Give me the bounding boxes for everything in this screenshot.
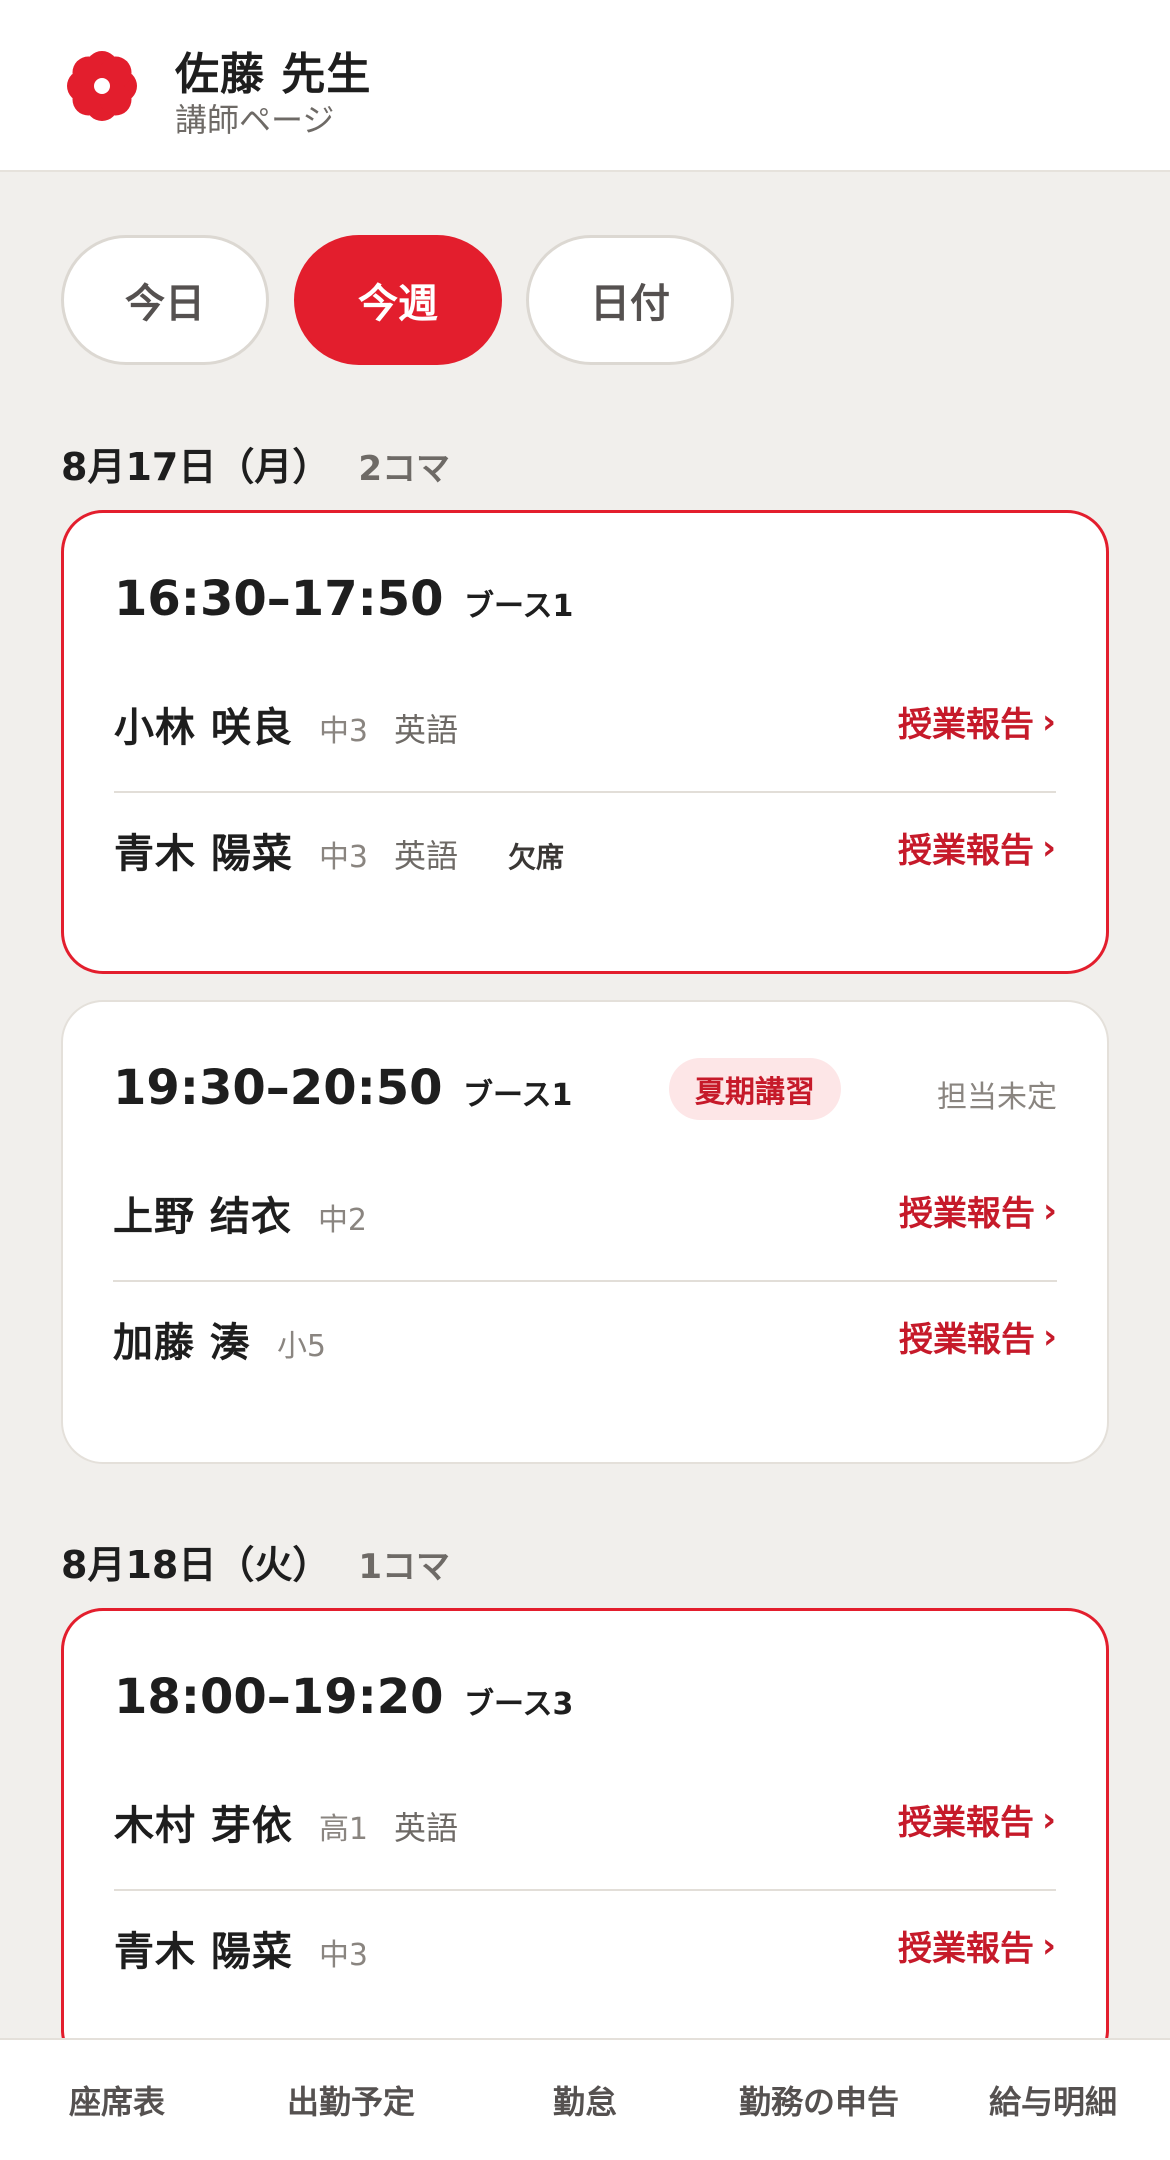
- filter-this-week-button[interactable]: 今週: [294, 235, 502, 365]
- student-name: 上野 结衣: [113, 1194, 292, 1240]
- lesson-report-label: 授業報告: [898, 1194, 1035, 1234]
- student-row: 青木 陽菜 中3 英語 欠席 授業報告 ›: [114, 791, 1056, 911]
- teacher-schedule-page: 佐藤 先生 講師ページ 今日 今週 日付 8月17日（月） 2コマ 16:30–…: [0, 0, 1170, 2160]
- student-grade: 中3: [318, 840, 369, 875]
- booth-label: ブース3: [464, 1687, 574, 1722]
- lesson-report-link[interactable]: 授業報告 ›: [898, 1921, 1056, 1970]
- day-date: 8月18日（火）: [61, 1543, 331, 1587]
- student-subject: 英語: [394, 1809, 459, 1847]
- lesson-report-label: 授業報告: [897, 831, 1034, 871]
- student-row: 青木 陽菜 中3 授業報告 ›: [114, 1889, 1056, 2009]
- lesson-slot-card: 16:30–17:50 ブース1 小林 咲良 中3 英語 授業報告 › 青木 陽…: [61, 510, 1109, 974]
- filter-today-button[interactable]: 今日: [61, 235, 269, 365]
- slot-header: 18:00–19:20 ブース3: [114, 1669, 1056, 1739]
- lesson-report-link[interactable]: 授業報告 ›: [898, 823, 1056, 872]
- student-name: 木村 芽依: [114, 1803, 293, 1849]
- page-subtitle: 講師ページ: [175, 101, 335, 139]
- lesson-count: 1コマ: [358, 1547, 450, 1587]
- app-header: 佐藤 先生 講師ページ: [0, 0, 1170, 172]
- lesson-slot-card: 18:00–19:20 ブース3 木村 芽依 高1 英語 授業報告 › 青木 陽…: [61, 1608, 1109, 2072]
- lesson-report-label: 授業報告: [897, 1803, 1034, 1843]
- student-name: 小林 咲良: [114, 705, 293, 751]
- student-grade: 中3: [318, 714, 369, 749]
- nav-work-report[interactable]: 勤務の申告: [702, 2077, 936, 2123]
- student-subject: 英語: [394, 837, 459, 875]
- lesson-report-label: 授業報告: [897, 705, 1034, 745]
- student-row: 加藤 湊 小5 授業報告 ›: [113, 1280, 1057, 1400]
- student-grade: 中2: [317, 1203, 368, 1238]
- day-date: 8月17日（月）: [61, 445, 331, 489]
- lesson-report-link[interactable]: 授業報告 ›: [898, 1795, 1056, 1844]
- teacher-name: 佐藤 先生: [175, 49, 372, 100]
- slot-header: 19:30–20:50 ブース1 夏期講習 担当未定: [113, 1058, 1057, 1130]
- chevron-right-icon: ›: [1041, 1799, 1056, 1840]
- lesson-report-link[interactable]: 授業報告 ›: [899, 1186, 1057, 1235]
- booth-label: ブース1: [464, 589, 574, 624]
- booth-label: ブース1: [463, 1078, 573, 1113]
- student-grade: 高1: [318, 1812, 369, 1847]
- lesson-report-label: 授業報告: [898, 1320, 1035, 1360]
- slot-time: 16:30–17:50: [114, 571, 444, 627]
- nav-seating-chart[interactable]: 座席表: [0, 2077, 234, 2123]
- lesson-count: 2コマ: [358, 449, 450, 489]
- flower-logo-icon: [67, 51, 137, 121]
- bottom-nav: 座席表 出勤予定 勤怠 勤務の申告 給与明細: [0, 2038, 1170, 2160]
- chevron-right-icon: ›: [1041, 701, 1056, 742]
- nav-attendance-schedule[interactable]: 出勤予定: [234, 2077, 468, 2123]
- chevron-right-icon: ›: [1041, 827, 1056, 868]
- lesson-report-label: 授業報告: [897, 1929, 1034, 1969]
- slot-time: 19:30–20:50: [113, 1060, 443, 1116]
- student-name: 青木 陽菜: [114, 1929, 293, 1975]
- summer-course-tag: 夏期講習: [669, 1058, 841, 1120]
- student-row: 小林 咲良 中3 英語 授業報告 ›: [114, 665, 1056, 785]
- student-name: 青木 陽菜: [114, 831, 293, 877]
- student-grade: 中3: [318, 1938, 369, 1973]
- lesson-report-link[interactable]: 授業報告 ›: [899, 1312, 1057, 1361]
- chevron-right-icon: ›: [1041, 1925, 1056, 1966]
- nav-payslip[interactable]: 給与明細: [936, 2077, 1170, 2123]
- lesson-report-link[interactable]: 授業報告 ›: [898, 697, 1056, 746]
- filter-date-button[interactable]: 日付: [526, 235, 734, 365]
- chevron-right-icon: ›: [1042, 1316, 1057, 1357]
- slot-time: 18:00–19:20: [114, 1669, 444, 1725]
- lesson-slot-card: 19:30–20:50 ブース1 夏期講習 担当未定 上野 结衣 中2 授業報告…: [61, 1000, 1109, 1464]
- student-row: 上野 结衣 中2 授業報告 ›: [113, 1154, 1057, 1274]
- day-header: 8月18日（火） 1コマ: [61, 1534, 450, 1589]
- nav-time-attendance[interactable]: 勤怠: [468, 2077, 702, 2123]
- day-header: 8月17日（月） 2コマ: [61, 436, 450, 491]
- absence-badge: 欠席: [508, 841, 565, 874]
- assignment-status: 担当未定: [937, 1080, 1057, 1115]
- chevron-right-icon: ›: [1042, 1190, 1057, 1231]
- slot-header: 16:30–17:50 ブース1: [114, 571, 1056, 641]
- student-name: 加藤 湊: [113, 1320, 251, 1366]
- student-grade: 小5: [276, 1329, 327, 1364]
- student-row: 木村 芽依 高1 英語 授業報告 ›: [114, 1763, 1056, 1883]
- student-subject: 英語: [394, 711, 459, 749]
